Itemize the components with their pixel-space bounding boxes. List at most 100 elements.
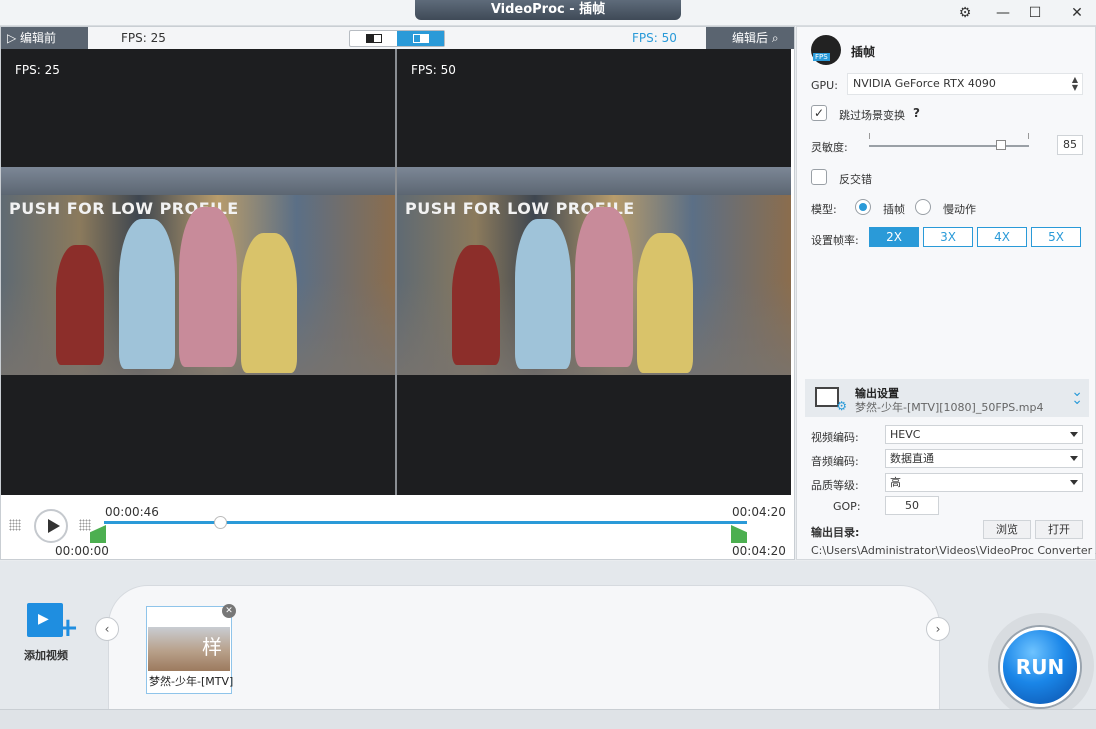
view-mode-toggle bbox=[349, 30, 445, 47]
run-button-frame: RUN bbox=[988, 613, 1094, 719]
add-video-label: 添加视频 bbox=[24, 649, 68, 662]
side-by-side-view-button[interactable] bbox=[397, 31, 444, 46]
sensitivity-thumb[interactable] bbox=[996, 140, 1006, 150]
output-settings-header[interactable]: 输出设置 梦然-少年-[MTV][1080]_50FPS.mp4 ⌄⌄ bbox=[805, 379, 1089, 417]
preview-header: ▷ 编辑前 FPS: 25 FPS: 50 编辑后 ⌕ bbox=[1, 27, 794, 49]
clip-thumbnail-image bbox=[148, 627, 230, 671]
video-pane-after[interactable]: FPS: 50 PUSH FOR LOW PROFILE bbox=[397, 49, 791, 495]
trim-end-handle[interactable] bbox=[731, 525, 747, 543]
zoom-search-icon[interactable]: ⌕ bbox=[772, 31, 779, 45]
run-button[interactable]: RUN bbox=[1000, 627, 1080, 707]
model-radio-interpolate[interactable] bbox=[855, 199, 871, 215]
dropdown-arrow-icon bbox=[1070, 456, 1078, 461]
model-option-interpolate: 插帧 bbox=[883, 203, 905, 216]
left-grip-icon[interactable] bbox=[9, 519, 21, 531]
play-button[interactable] bbox=[34, 509, 68, 543]
chevron-down-icon[interactable]: ⌄ ⌄ bbox=[1071, 385, 1083, 407]
fps-before: FPS: 25 bbox=[121, 31, 166, 45]
interpolation-panel: 插帧 GPU: NVIDIA GeForce RTX 4090 ▲▼ ✓ 跳过场… bbox=[796, 26, 1096, 560]
figure-tie-dye bbox=[179, 207, 237, 367]
title-bar: VideoProc - 插帧 ⚙ — ☐ ✕ bbox=[0, 0, 1096, 26]
trim-start-handle[interactable] bbox=[90, 525, 106, 543]
after-edit-text: 编辑后 bbox=[732, 31, 769, 45]
preview-area: ▷ 编辑前 FPS: 25 FPS: 50 编辑后 ⌕ FPS: 25 PUSH… bbox=[0, 26, 795, 560]
sensitivity-value[interactable]: 85 bbox=[1057, 135, 1083, 155]
next-clip-button[interactable]: › bbox=[926, 617, 950, 641]
video-pane-before[interactable]: FPS: 25 PUSH FOR LOW PROFILE bbox=[1, 49, 395, 495]
gpu-select[interactable]: NVIDIA GeForce RTX 4090 ▲ ▼ bbox=[847, 73, 1083, 95]
model-option-slowmo: 慢动作 bbox=[943, 203, 976, 216]
add-video-icon bbox=[27, 603, 79, 643]
playback-controls: 00:00:46 00:04:20 00:00:00 00:04:20 bbox=[1, 495, 794, 559]
rate-2x-button[interactable]: 2X bbox=[869, 227, 919, 247]
output-settings-icon bbox=[815, 387, 847, 413]
gop-label: GOP: bbox=[833, 500, 861, 513]
gpu-label: GPU: bbox=[811, 79, 838, 92]
figure-tie-dye bbox=[575, 207, 633, 367]
clip-label: 梦然-少年-[MTV] bbox=[149, 675, 234, 688]
dropdown-arrow-icon bbox=[1070, 480, 1078, 485]
clip-thumbnail[interactable]: 梦然-少年-[MTV] bbox=[146, 606, 234, 694]
open-folder-button[interactable]: 打开 bbox=[1035, 520, 1083, 539]
video-codec-value: HEVC bbox=[890, 428, 921, 441]
timeline-track[interactable] bbox=[104, 521, 747, 524]
remove-clip-icon[interactable]: ✕ bbox=[222, 604, 236, 618]
frame-sky bbox=[397, 167, 791, 195]
panel-title: 插帧 bbox=[851, 45, 876, 59]
output-filename: 梦然-少年-[MTV][1080]_50FPS.mp4 bbox=[855, 401, 1044, 414]
split-view-button[interactable] bbox=[350, 31, 397, 46]
add-video-button[interactable]: 添加视频 bbox=[24, 601, 79, 662]
status-bar bbox=[0, 709, 1096, 729]
browse-button[interactable]: 浏览 bbox=[983, 520, 1031, 539]
after-edit-label[interactable]: 编辑后 ⌕ bbox=[706, 27, 794, 49]
sensitivity-label: 灵敏度: bbox=[811, 141, 848, 154]
minimize-button[interactable]: — bbox=[988, 2, 1018, 24]
rate-5x-button[interactable]: 5X bbox=[1031, 227, 1081, 247]
model-label: 模型: bbox=[811, 203, 837, 216]
figure-yellow-shirt bbox=[241, 233, 297, 373]
help-icon[interactable]: ? bbox=[913, 106, 920, 120]
model-radio-slowmo[interactable] bbox=[915, 199, 931, 215]
sensitivity-ticks bbox=[869, 133, 1029, 139]
figure-red-shirt bbox=[452, 245, 500, 365]
deinterlace-checkbox[interactable] bbox=[811, 169, 827, 185]
audio-codec-value: 数据直通 bbox=[890, 452, 934, 465]
output-path: C:\Users\Administrator\Videos\VideoProc … bbox=[811, 544, 1096, 557]
quality-label: 品质等级: bbox=[811, 479, 859, 492]
figure-red-shirt bbox=[56, 245, 104, 365]
skip-scene-label: 跳过场景变换 bbox=[839, 109, 905, 122]
split-view-icon bbox=[366, 34, 382, 43]
fps-after: FPS: 50 bbox=[632, 31, 677, 45]
right-grip-icon[interactable] bbox=[79, 519, 91, 531]
film-fps-icon bbox=[811, 35, 841, 65]
overlay-fps-after: FPS: 50 bbox=[411, 63, 456, 77]
end-time-top: 00:04:20 bbox=[732, 505, 786, 519]
dropdown-arrow-icon bbox=[1070, 432, 1078, 437]
side-by-side-icon bbox=[413, 34, 429, 43]
audio-codec-select[interactable]: 数据直通 bbox=[885, 449, 1083, 468]
rate-3x-button[interactable]: 3X bbox=[923, 227, 973, 247]
figure-yellow-shirt bbox=[637, 233, 693, 373]
close-button[interactable]: ✕ bbox=[1062, 2, 1092, 24]
rate-label: 设置帧率: bbox=[811, 234, 859, 247]
rate-4x-button[interactable]: 4X bbox=[977, 227, 1027, 247]
quality-select[interactable]: 高 bbox=[885, 473, 1083, 492]
before-edit-label: ▷ 编辑前 bbox=[1, 27, 88, 49]
figure-blue-coat bbox=[119, 219, 175, 369]
settings-gear-icon[interactable]: ⚙ bbox=[950, 2, 980, 24]
playhead-knob[interactable] bbox=[213, 516, 227, 529]
window-title: VideoProc - 插帧 bbox=[415, 0, 681, 20]
deinterlace-label: 反交错 bbox=[839, 173, 872, 186]
prev-clip-button[interactable]: ‹ bbox=[95, 617, 119, 641]
quality-value: 高 bbox=[890, 476, 901, 489]
figure-blue-coat bbox=[515, 219, 571, 369]
end-time-bottom: 00:04:20 bbox=[732, 544, 786, 558]
video-codec-label: 视频编码: bbox=[811, 431, 859, 444]
video-codec-select[interactable]: HEVC bbox=[885, 425, 1083, 444]
current-time: 00:00:46 bbox=[105, 505, 159, 519]
audio-codec-label: 音频编码: bbox=[811, 455, 859, 468]
skip-scene-checkbox[interactable]: ✓ bbox=[811, 105, 827, 121]
maximize-button[interactable]: ☐ bbox=[1020, 2, 1050, 24]
gop-input[interactable]: 50 bbox=[885, 496, 939, 515]
updown-icon: ▲ ▼ bbox=[1071, 75, 1078, 92]
